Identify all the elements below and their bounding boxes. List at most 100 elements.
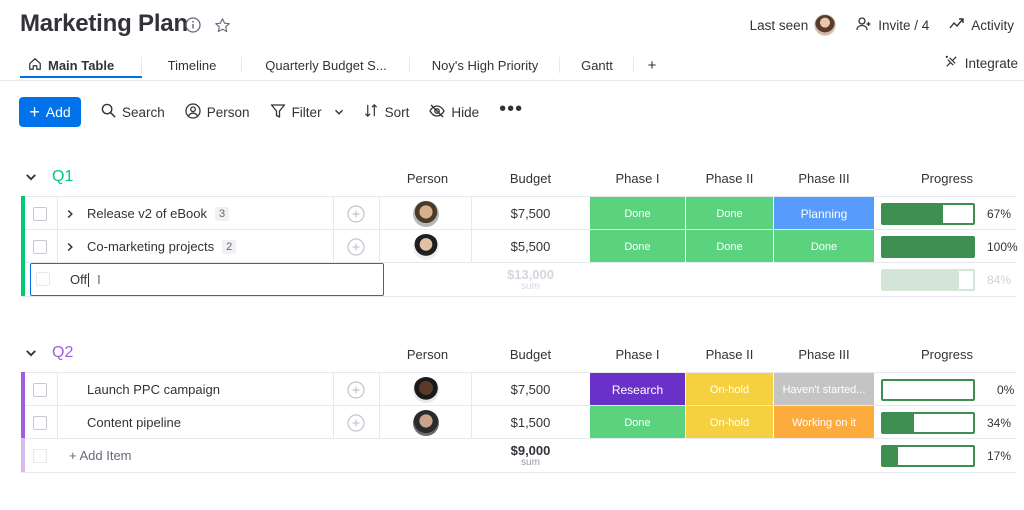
group-color-bar <box>21 262 25 296</box>
tab-quarterly-budget[interactable]: Quarterly Budget S... <box>241 53 410 77</box>
table-row[interactable]: Content pipeline $1,500 Done On-hold Wor… <box>21 405 1016 440</box>
table-row[interactable]: Launch PPC campaign $7,500 Research On-h… <box>21 372 1016 407</box>
subitems-count[interactable]: 3 <box>214 206 230 221</box>
info-icon[interactable] <box>185 17 201 33</box>
column-header-person[interactable]: Person <box>385 171 470 186</box>
tab-label: Timeline <box>167 57 217 73</box>
person-avatar[interactable] <box>413 373 439 406</box>
home-icon <box>28 57 42 74</box>
column-header-phase-2[interactable]: Phase II <box>686 171 773 186</box>
status-phase-1[interactable]: Done <box>590 197 685 230</box>
item-name[interactable]: Content pipeline <box>87 406 181 439</box>
column-header-phase-1[interactable]: Phase I <box>590 171 685 186</box>
tab-gantt[interactable]: Gantt <box>559 53 634 77</box>
new-item-input[interactable]: Off I <box>30 263 384 296</box>
row-checkbox[interactable] <box>33 373 47 406</box>
progress-cell: 34% <box>881 406 1011 439</box>
person-add-icon <box>856 16 872 35</box>
column-header-progress[interactable]: Progress <box>880 171 1014 186</box>
status-phase-2[interactable]: Done <box>686 230 773 263</box>
status-phase-3[interactable]: Done <box>774 230 874 263</box>
group-title-q2[interactable]: Q2 <box>52 344 73 362</box>
column-header-progress[interactable]: Progress <box>880 347 1014 362</box>
last-seen[interactable]: Last seen <box>750 14 837 36</box>
new-item-text: Off <box>70 272 88 287</box>
status-phase-2[interactable]: Done <box>686 197 773 230</box>
group-title-q1[interactable]: Q1 <box>52 168 73 186</box>
chevron-down-icon[interactable] <box>334 105 344 120</box>
filter-button[interactable]: Filter <box>270 103 344 122</box>
status-phase-1[interactable]: Research <box>590 373 685 406</box>
status-phase-3[interactable]: Working on it <box>774 406 874 439</box>
budget-cell[interactable]: $7,500 <box>471 373 590 406</box>
column-header-phase-3[interactable]: Phase III <box>774 171 874 186</box>
group-color-bar <box>21 405 25 440</box>
add-item-button[interactable]: + Add <box>19 97 81 127</box>
column-header-phase-1[interactable]: Phase I <box>590 347 685 362</box>
invite-button[interactable]: Invite / 4 <box>856 16 929 35</box>
status-phase-2[interactable]: On-hold <box>686 373 773 406</box>
column-header-person[interactable]: Person <box>385 347 470 362</box>
column-header-budget[interactable]: Budget <box>471 171 590 186</box>
expand-chevron-icon[interactable] <box>65 230 75 263</box>
progress-bar <box>881 444 975 467</box>
item-name-text: Co-marketing projects <box>87 239 215 254</box>
row-checkbox[interactable] <box>33 406 47 439</box>
integrate-button[interactable]: Integrate <box>944 54 1018 72</box>
status-phase-1[interactable]: Done <box>590 230 685 263</box>
chevron-down-icon[interactable] <box>25 170 37 188</box>
item-name[interactable]: Launch PPC campaign <box>87 373 220 406</box>
table-row[interactable]: Co-marketing projects 2 $5,500 Done Done… <box>21 229 1018 264</box>
last-seen-label: Last seen <box>749 17 809 33</box>
budget-cell[interactable]: $1,500 <box>471 406 590 439</box>
budget-cell[interactable]: $7,500 <box>471 197 590 230</box>
row-checkbox[interactable] <box>36 272 50 286</box>
tabs-divider <box>0 80 1024 81</box>
activity-button[interactable]: Activity <box>949 16 1014 35</box>
status-phase-1[interactable]: Done <box>590 406 685 439</box>
expand-chevron-icon[interactable] <box>65 197 75 230</box>
hide-button[interactable]: Hide <box>429 103 479 122</box>
status-phase-3[interactable]: Planning <box>774 197 874 230</box>
progress-fill <box>883 204 944 223</box>
progress-fill <box>883 270 959 289</box>
tab-timeline[interactable]: Timeline <box>141 53 242 77</box>
item-name-text: Launch PPC campaign <box>87 382 220 397</box>
row-checkbox[interactable] <box>33 439 47 472</box>
add-item-button[interactable]: + Add Item <box>69 439 132 472</box>
status-phase-2[interactable]: On-hold <box>686 406 773 439</box>
search-button[interactable]: Search <box>101 103 165 121</box>
progress-bar <box>881 235 975 258</box>
column-header-phase-3[interactable]: Phase III <box>774 347 874 362</box>
star-icon[interactable] <box>214 17 230 33</box>
add-view-button[interactable]: + <box>633 53 670 77</box>
status-phase-3[interactable]: Haven't started... <box>774 373 874 406</box>
add-update-icon[interactable] <box>346 373 366 406</box>
column-header-budget[interactable]: Budget <box>471 347 590 362</box>
more-options-button[interactable]: ••• <box>499 99 523 119</box>
subitems-count[interactable]: 2 <box>222 239 237 254</box>
tab-noys-high-priority[interactable]: Noy's High Priority <box>409 53 560 77</box>
item-name[interactable]: Co-marketing projects 2 <box>87 230 237 263</box>
add-update-icon[interactable] <box>346 197 366 230</box>
person-avatar[interactable] <box>413 406 439 439</box>
column-header-phase-2[interactable]: Phase II <box>686 347 773 362</box>
add-update-icon[interactable] <box>346 230 366 263</box>
item-name[interactable]: Release v2 of eBook 3 <box>87 197 230 230</box>
tab-main-table[interactable]: Main Table <box>20 53 142 77</box>
sort-button[interactable]: Sort <box>364 103 409 121</box>
add-update-icon[interactable] <box>346 406 366 439</box>
row-checkbox[interactable] <box>33 197 47 230</box>
row-checkbox[interactable] <box>33 230 47 263</box>
budget-cell[interactable]: $5,500 <box>471 230 590 263</box>
group-color-bar <box>21 196 25 231</box>
board-title[interactable]: Marketing Plan <box>20 10 188 38</box>
person-avatar[interactable] <box>413 197 439 230</box>
hide-label: Hide <box>451 104 480 120</box>
person-avatar[interactable] <box>413 230 439 263</box>
progress-percent: 67% <box>987 206 1012 221</box>
table-row[interactable]: Release v2 of eBook 3 $7,500 Done Done P… <box>21 196 1016 231</box>
chevron-down-icon[interactable] <box>25 346 37 364</box>
progress-cell: 0% <box>881 373 1014 406</box>
person-filter-button[interactable]: Person <box>185 102 250 122</box>
